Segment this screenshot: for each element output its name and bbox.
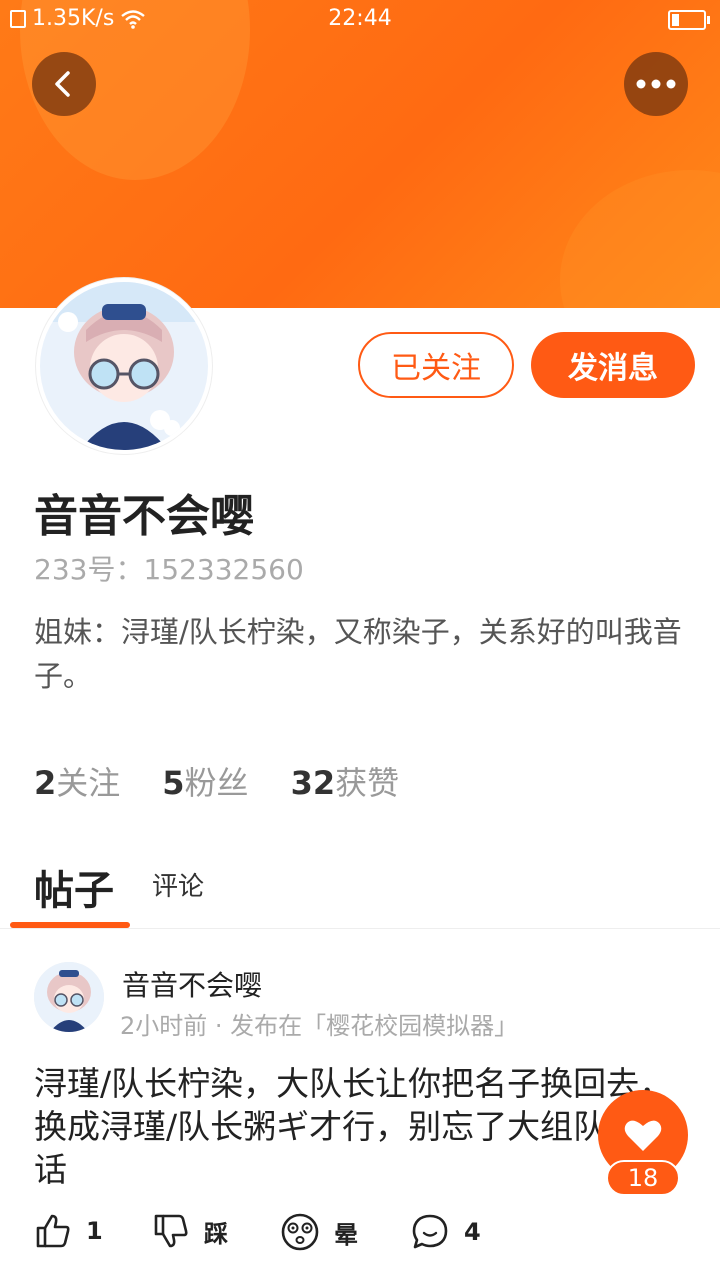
status-bar: 1.35K/s 22:44 — [0, 0, 720, 38]
dizzy-label: 晕 — [334, 1220, 358, 1249]
heart-icon — [624, 1120, 662, 1151]
like-count: 1 — [86, 1217, 103, 1245]
divider — [0, 928, 720, 929]
dislike-label: 踩 — [204, 1219, 228, 1248]
send-message-button[interactable]: 发消息 — [531, 332, 695, 398]
tab-comments[interactable]: 评论 — [152, 866, 204, 903]
avatar-image — [34, 962, 104, 1032]
following-label: 关注 — [56, 764, 121, 802]
battery-level — [672, 14, 679, 26]
back-button[interactable] — [32, 52, 96, 116]
post-author-name[interactable]: 音音不会嘤 — [122, 964, 262, 1004]
profile-stats: 2关注 5粉丝 32获赞 — [34, 758, 399, 804]
likes-count: 32 — [290, 764, 336, 802]
post-actions: 1 踩 晕 4 — [34, 1212, 694, 1260]
chevron-left-icon — [55, 71, 70, 97]
comment-button[interactable]: 4 — [410, 1212, 481, 1252]
dizzy-face-icon — [281, 1213, 319, 1251]
following-count: 2 — [34, 764, 57, 802]
status-time: 22:44 — [328, 6, 392, 31]
likes-stat: 32获赞 — [291, 758, 400, 804]
more-dots-icon — [636, 79, 676, 89]
following-stat[interactable]: 2关注 — [34, 758, 120, 804]
dislike-button[interactable]: 踩 — [152, 1212, 228, 1250]
thumbs-down-icon — [154, 1214, 188, 1248]
banner-decoration — [560, 170, 720, 308]
tab-posts[interactable]: 帖子 — [34, 858, 114, 916]
more-button[interactable] — [624, 52, 688, 116]
profile-bio: 姐妹：浔瑾/队长柠染，又称染子，关系好的叫我音子。 — [34, 615, 682, 693]
likes-label: 获赞 — [335, 764, 400, 802]
post-content[interactable]: 浔瑾/队长柠染，大队长让你把名子换回去，换成浔瑾/队长粥ギ才行，别忘了大组队长的… — [34, 1062, 674, 1191]
battery-icon — [668, 10, 710, 30]
thumbs-up-icon — [36, 1214, 70, 1248]
floating-like-count: 18 — [606, 1160, 680, 1196]
profile-id: 233号：152332560 — [34, 553, 304, 586]
comment-count: 4 — [464, 1218, 481, 1246]
followers-stat[interactable]: 5粉丝 — [162, 758, 248, 804]
profile-username: 音音不会嘤 — [34, 491, 254, 542]
avatar-image — [40, 282, 208, 450]
post-author-avatar[interactable] — [34, 962, 104, 1032]
dizzy-button[interactable]: 晕 — [280, 1212, 358, 1252]
comment-bubble-icon — [412, 1214, 448, 1249]
post-meta: 2小时前 · 发布在「樱花校园模拟器」 — [120, 1012, 519, 1040]
followers-count: 5 — [162, 764, 185, 802]
followers-label: 粉丝 — [184, 764, 249, 802]
like-button[interactable]: 1 — [34, 1212, 103, 1250]
profile-banner — [0, 0, 720, 308]
profile-avatar[interactable] — [36, 278, 212, 454]
following-button[interactable]: 已关注 — [358, 332, 514, 398]
